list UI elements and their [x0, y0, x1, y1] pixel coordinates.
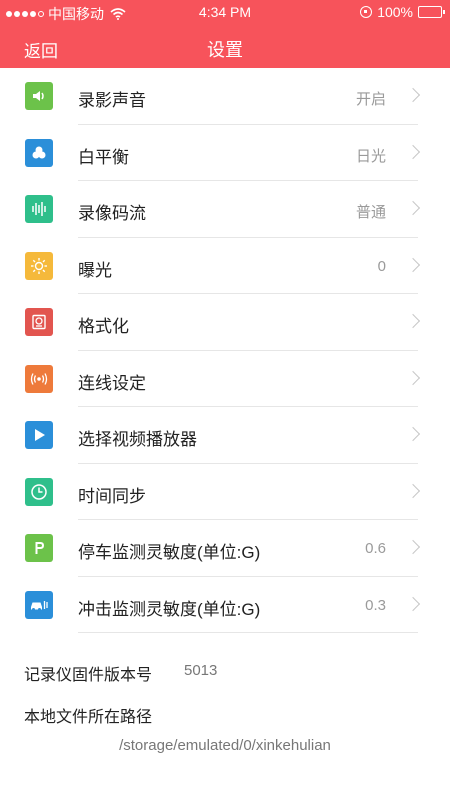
setting-label: 停车监测灵敏度(单位:G): [78, 543, 261, 562]
setting-row-format[interactable]: 格式化: [0, 294, 450, 351]
row-divider: [78, 632, 418, 633]
setting-label: 录像码流: [78, 204, 146, 223]
setting-value: 0.6: [365, 540, 386, 557]
setting-row-exposure[interactable]: 曝光 0: [0, 238, 450, 294]
rotation-lock-icon: [360, 6, 373, 18]
setting-row-impact-sensitivity[interactable]: 冲击监测灵敏度(单位:G) 0.3: [0, 577, 450, 633]
setting-row-parking-sensitivity[interactable]: 停车监测灵敏度(单位:G) 0.6: [0, 520, 450, 577]
setting-value: 开启: [355, 91, 386, 108]
setting-row-bitrate[interactable]: 录像码流 普通: [0, 181, 450, 238]
local-path-value: /storage/emulated/0/xinkehulian: [119, 737, 331, 754]
battery-percent: 100%: [377, 4, 413, 20]
setting-label: 冲击监测灵敏度(单位:G): [78, 599, 261, 619]
nav-bar: 返回 设置: [0, 24, 450, 68]
format-icon: [25, 308, 53, 336]
battery-icon: [418, 6, 445, 18]
setting-row-white-balance[interactable]: 白平衡 日光: [0, 125, 450, 181]
setting-label: 录影声音: [78, 91, 146, 110]
chevron-right-icon: [405, 596, 421, 611]
firmware-version-label: 记录仪固件版本号: [24, 667, 153, 684]
connection-icon: [25, 364, 53, 393]
status-bar-right: 100%: [360, 4, 445, 20]
speaker-icon: [25, 82, 53, 110]
chevron-right-icon: [405, 426, 421, 442]
setting-row-connection[interactable]: 连线设定: [0, 351, 450, 407]
setting-value: 日光: [355, 147, 386, 165]
sun-icon: [25, 251, 53, 280]
setting-row-record-sound[interactable]: 录影声音 开启: [0, 68, 450, 125]
chevron-right-icon: [405, 483, 421, 498]
chevron-right-icon: [405, 313, 421, 329]
color-circles-icon: [25, 138, 53, 167]
status-bar: 中国移动 4:34 PM 100%: [0, 0, 450, 24]
firmware-version-value: 5013: [184, 662, 218, 679]
clock-icon: [25, 477, 53, 506]
page-title: 设置: [207, 40, 243, 60]
chevron-right-icon: [405, 87, 421, 103]
setting-label: 白平衡: [78, 147, 129, 167]
bitrate-icon: [25, 195, 53, 223]
setting-label: 曝光: [78, 260, 112, 280]
chevron-right-icon: [405, 257, 421, 272]
car-crash-icon: [25, 590, 53, 619]
setting-value: 普通: [355, 204, 386, 221]
setting-label: 选择视频播放器: [78, 430, 197, 449]
settings-list: 录影声音 开启 白平衡 日光 录像码流 普通 曝光 0 格式化 连线设定 选择视…: [0, 68, 450, 633]
setting-value: 0: [377, 257, 386, 275]
chevron-right-icon: [405, 144, 421, 159]
local-path-label: 本地文件所在路径: [24, 709, 153, 726]
setting-label: 连线设定: [78, 373, 146, 393]
setting-value: 0.3: [365, 596, 386, 614]
chevron-right-icon: [405, 370, 421, 385]
setting-label: 格式化: [78, 317, 129, 336]
setting-row-time-sync[interactable]: 时间同步: [0, 464, 450, 520]
chevron-right-icon: [405, 200, 421, 216]
setting-row-video-player[interactable]: 选择视频播放器: [0, 407, 450, 464]
setting-label: 时间同步: [78, 486, 146, 506]
parking-icon: [25, 534, 53, 562]
play-icon: [25, 421, 53, 449]
chevron-right-icon: [405, 539, 421, 555]
